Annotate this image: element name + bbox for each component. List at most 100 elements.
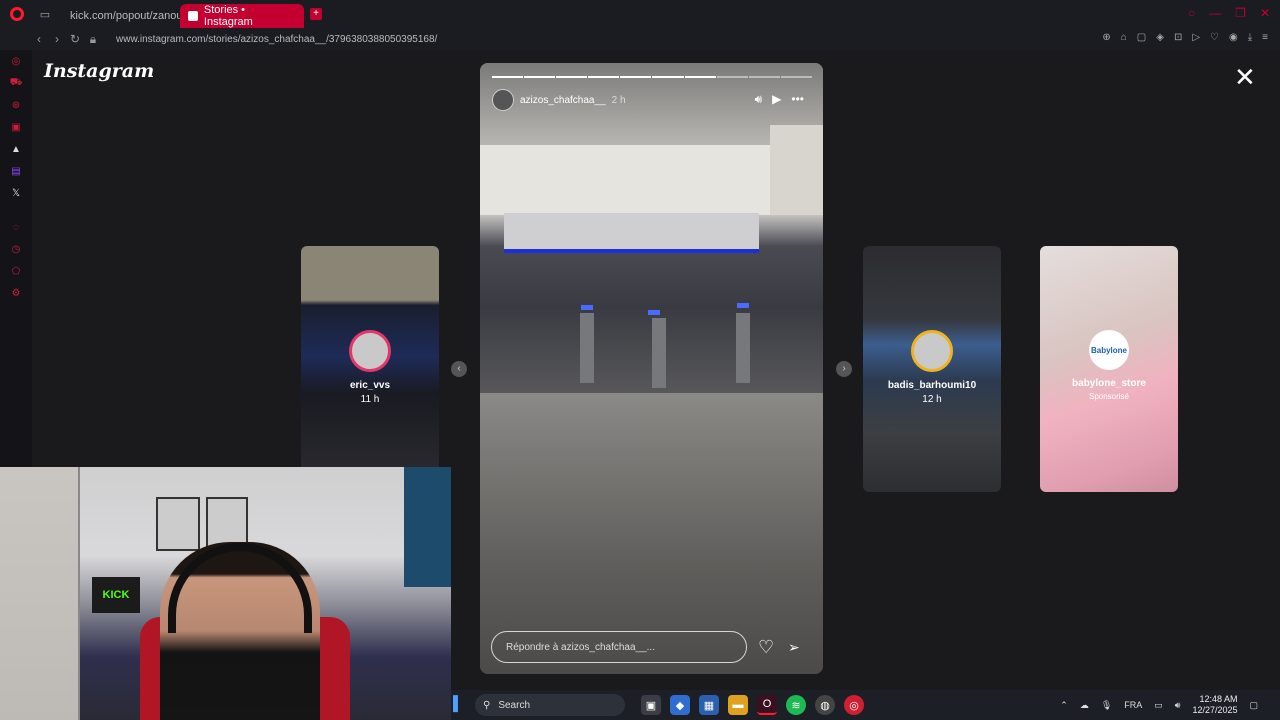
start-icon[interactable]: ▌ <box>451 695 465 715</box>
minimize-icon[interactable]: — <box>1209 6 1221 20</box>
story-username[interactable]: azizos_chafchaa__ <box>520 95 606 106</box>
pin-icon[interactable]: ⌂ <box>1121 32 1127 43</box>
brand-logo: Babylone <box>1089 330 1129 370</box>
mic-icon[interactable]: 🎙︎ <box>1101 700 1112 711</box>
story-preview-eric[interactable]: eric_vvs 11 h <box>301 246 439 492</box>
sidebar-player-icon[interactable]: ◌ <box>0 216 32 238</box>
opera-logo-icon[interactable] <box>0 0 34 28</box>
wall-frame <box>156 497 200 551</box>
store-icon[interactable]: ▦ <box>699 695 719 715</box>
url-field[interactable]: www.instagram.com/stories/azizos_chafcha… <box>116 34 437 45</box>
progress-segment <box>588 76 620 78</box>
menu-icon[interactable]: ≡ <box>1262 32 1268 43</box>
browser-tab-bar: ▭ kick.com/popout/zanoun Stories • Insta… <box>0 0 1280 28</box>
address-bar-tools: ⊕ ⌂ ▢ ◈ ⊡ ▷ ♡ ◉ ⤓ ≡ <box>1102 32 1268 43</box>
story-progress-bar <box>492 76 812 78</box>
story-media[interactable] <box>480 63 823 674</box>
download-icon[interactable]: ⤓ <box>1248 32 1252 43</box>
zoom-icon[interactable]: ⊕ <box>1102 32 1110 43</box>
back-icon[interactable]: ‹ <box>30 32 48 46</box>
progress-segment <box>556 76 588 78</box>
avatar <box>911 330 953 372</box>
heart-bookmark-icon[interactable]: ♡ <box>1210 32 1219 43</box>
previous-story-button[interactable]: ‹ <box>451 361 467 377</box>
sidebar-pin-icon[interactable]: ⬠ <box>0 260 32 282</box>
avatar <box>349 330 391 372</box>
sidebar-controller-icon[interactable]: ⊛ <box>0 94 32 116</box>
new-tab-button[interactable]: + <box>310 8 322 20</box>
sidebar-history-icon[interactable]: ◷ <box>0 238 32 260</box>
forward-icon[interactable]: › <box>48 32 66 46</box>
sidebar-arc-icon[interactable]: ▲ <box>0 138 32 160</box>
progress-segment <box>780 76 812 78</box>
webcam-overlay: KICK <box>0 467 451 720</box>
sidebar-shopping-icon[interactable]: ⛟ <box>0 72 32 94</box>
tab-instagram[interactable]: Stories • Instagram <box>180 4 304 28</box>
sidebar-ai-icon[interactable]: ◎ <box>0 50 32 72</box>
sidebar-tv-icon[interactable]: ▣ <box>0 116 32 138</box>
send-icon[interactable]: ➢ <box>788 639 800 656</box>
app-icon[interactable]: ◍ <box>815 695 835 715</box>
progress-segment <box>684 76 716 78</box>
maximize-icon[interactable]: ❐ <box>1235 6 1246 20</box>
opera-taskbar-icon[interactable]: O <box>757 695 777 715</box>
story-preview-badis[interactable]: badis_barhoumi10 12 h <box>863 246 1001 492</box>
notifications-icon[interactable]: ▢ <box>1249 700 1258 711</box>
cloud-icon[interactable]: ☁ <box>1080 700 1089 711</box>
progress-segment <box>716 76 748 78</box>
reply-input[interactable] <box>491 631 747 663</box>
tab-label: Stories • Instagram <box>203 4 253 28</box>
progress-segment <box>492 76 524 78</box>
spotify-icon[interactable]: ≋ <box>786 695 806 715</box>
story-controls: 🔊︎ ▶ ••• <box>755 92 804 107</box>
clock-time: 12:48 AM <box>1199 694 1238 704</box>
reload-icon[interactable]: ↻ <box>66 32 84 46</box>
instagram-logo[interactable]: Instagram <box>44 60 154 82</box>
window-controls: ○ — ❐ ✕ <box>1188 6 1270 20</box>
profile-icon[interactable]: ◉ <box>1229 32 1238 43</box>
flow-icon[interactable]: ▷ <box>1192 32 1200 43</box>
search-icon: ⚲ <box>483 699 491 711</box>
play-icon[interactable]: ▶ <box>772 92 781 107</box>
taskbar-search[interactable]: ⚲ Search <box>475 694 625 716</box>
snapshot-icon[interactable]: ▢ <box>1137 32 1146 43</box>
sidebar-twitch-icon[interactable]: ▤ <box>0 160 32 182</box>
preview-username: babylone_store <box>1072 378 1146 389</box>
close-stories-button[interactable]: ✕ <box>1234 64 1256 90</box>
network-icon[interactable]: ▭ <box>1154 700 1163 711</box>
close-window-icon[interactable]: ✕ <box>1260 6 1270 20</box>
volume-icon[interactable]: 🔊︎ <box>755 92 763 107</box>
kick-sign: KICK <box>92 577 140 613</box>
task-view-icon[interactable]: ▣ <box>641 695 661 715</box>
workspaces-icon[interactable]: ▭ <box>34 0 56 28</box>
preview-username: badis_barhoumi10 <box>887 380 977 391</box>
file-explorer-icon[interactable]: ▬ <box>728 695 748 715</box>
progress-segment <box>524 76 556 78</box>
address-bar: ‹ › ↻ 🔒︎ www.instagram.com/stories/azizo… <box>0 28 1280 50</box>
instagram-favicon-icon <box>188 11 198 21</box>
tab-kick[interactable]: kick.com/popout/zanoun <box>56 4 189 28</box>
progress-segment <box>748 76 780 78</box>
windows-taskbar: ▌ ⚲ Search ▣ ◆ ▦ ▬ O ≋ ◍ ◎ ⌃ ☁ 🎙︎ FRA ▭ … <box>451 690 1280 720</box>
opera-gx-icon[interactable]: ◎ <box>844 695 864 715</box>
more-icon[interactable]: ••• <box>791 92 804 107</box>
clock[interactable]: 12:48 AM 12/27/2025 <box>1192 694 1237 716</box>
preview-time: 11 h <box>360 394 380 405</box>
copilot-icon[interactable]: ◆ <box>670 695 690 715</box>
volume-icon[interactable]: 🔊︎ <box>1175 700 1181 711</box>
browser-sidebar: ◎ ⛟ ⊛ ▣ ▲ ▤ 𝕏 ◌ ◷ ⬠ ⚙ <box>0 50 32 470</box>
sidebar-x-icon[interactable]: 𝕏 <box>0 182 32 204</box>
bookmark-icon[interactable]: ⊡ <box>1174 32 1182 43</box>
story-preview-babylone[interactable]: Babylone babylone_store Sponsorisé <box>1040 246 1178 492</box>
preview-time: 12 h <box>922 394 942 405</box>
language-indicator[interactable]: FRA <box>1124 700 1142 710</box>
avatar[interactable] <box>492 89 514 111</box>
heart-icon[interactable]: ♡ <box>758 638 774 656</box>
chevron-up-icon[interactable]: ⌃ <box>1060 700 1068 711</box>
vpn-icon[interactable]: ◈ <box>1156 32 1164 43</box>
next-story-button[interactable]: › <box>836 361 852 377</box>
clock-date: 12/27/2025 <box>1192 705 1238 715</box>
sidebar-settings-icon[interactable]: ⚙ <box>0 282 32 304</box>
search-tabs-icon[interactable]: ○ <box>1188 6 1195 20</box>
progress-segment <box>620 76 652 78</box>
